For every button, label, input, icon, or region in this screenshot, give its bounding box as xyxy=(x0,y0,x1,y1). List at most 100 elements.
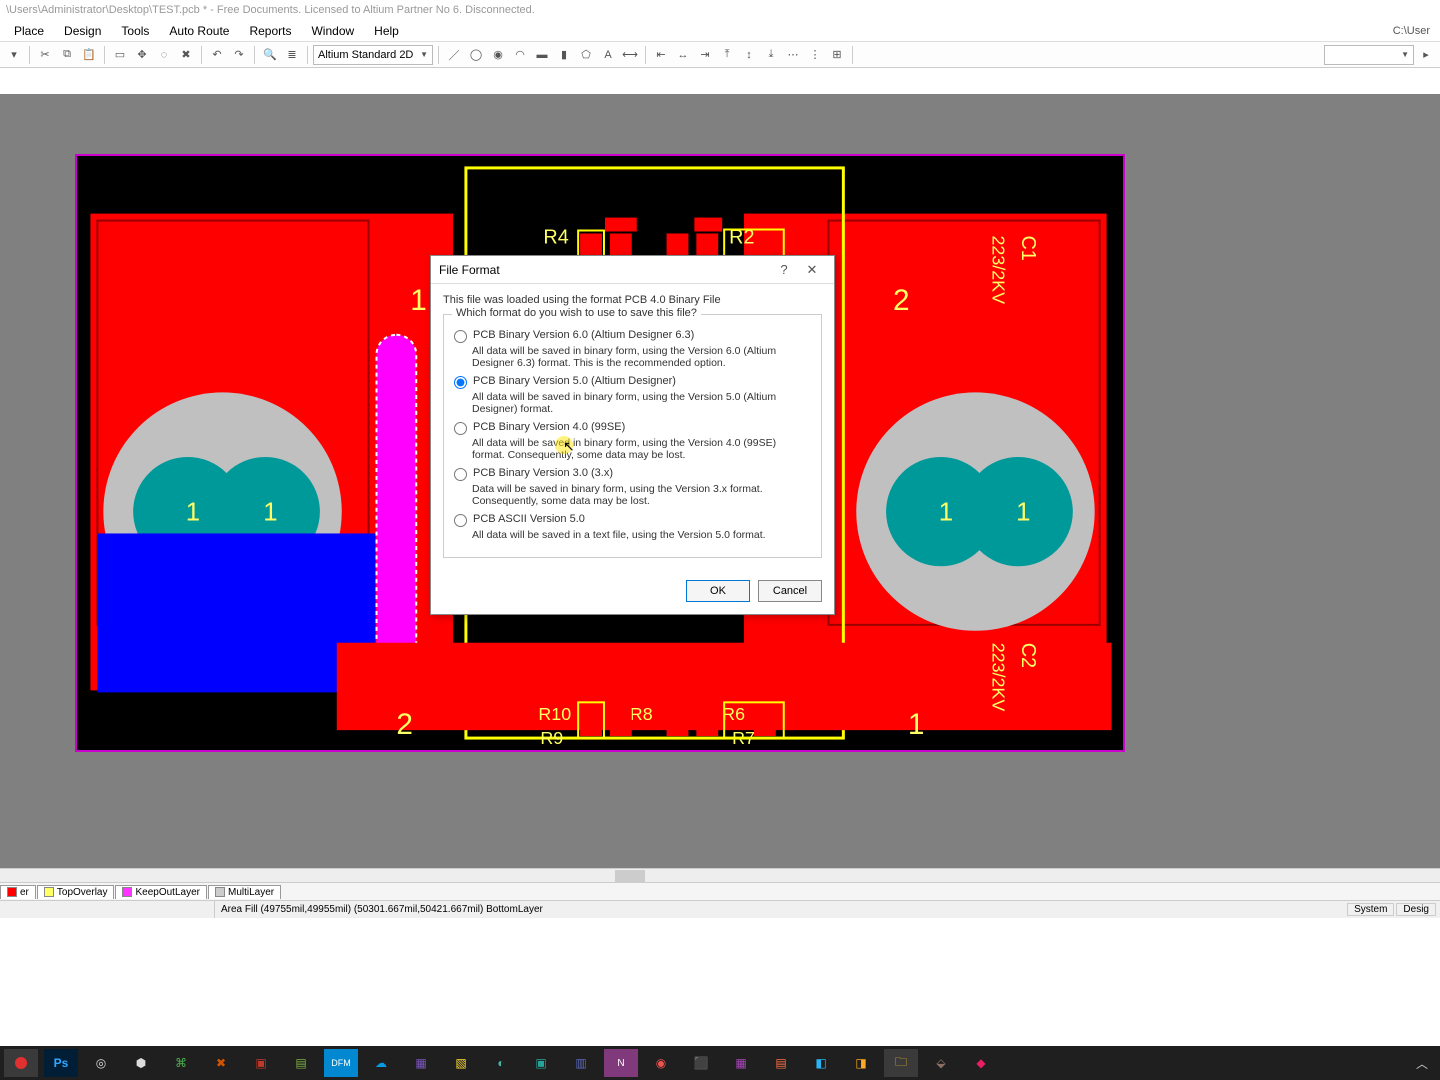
via-icon[interactable]: ◉ xyxy=(488,45,508,65)
align-left-icon[interactable]: ⇤ xyxy=(651,45,671,65)
value: 223/2KV xyxy=(988,235,1008,304)
app-icon[interactable]: ▦ xyxy=(724,1049,758,1077)
format-radio[interactable] xyxy=(454,376,467,389)
pad-num: 1 xyxy=(186,499,200,527)
cancel-button[interactable]: Cancel xyxy=(758,580,822,602)
align-v-icon[interactable]: ↕ xyxy=(739,45,759,65)
horizontal-scrollbar[interactable] xyxy=(0,868,1440,882)
app-icon[interactable]: ◆ xyxy=(964,1049,998,1077)
app-icon[interactable]: ▦ xyxy=(404,1049,438,1077)
format-radio[interactable] xyxy=(454,330,467,343)
dialog-titlebar[interactable]: File Format ? ✕ xyxy=(431,256,834,284)
designator: 1 xyxy=(908,708,925,741)
deselect-icon[interactable]: ◌ xyxy=(154,45,174,65)
menu-place[interactable]: Place xyxy=(4,22,54,40)
copy-icon[interactable]: ⧉ xyxy=(57,45,77,65)
align-right-icon[interactable]: ⇥ xyxy=(695,45,715,65)
app-icon[interactable]: ▤ xyxy=(284,1049,318,1077)
app-icon[interactable]: ⌘ xyxy=(164,1049,198,1077)
fill-icon[interactable]: ▬ xyxy=(532,45,552,65)
app-icon[interactable]: ✖ xyxy=(204,1049,238,1077)
dim-icon[interactable]: ⟷ xyxy=(620,45,640,65)
layer-tab[interactable]: TopOverlay xyxy=(37,885,115,899)
undo-icon[interactable]: ↶ xyxy=(207,45,227,65)
layer-tab[interactable]: er xyxy=(0,885,36,899)
menu-tools[interactable]: Tools xyxy=(111,22,159,40)
grid-icon[interactable]: ⊞ xyxy=(827,45,847,65)
app-icon[interactable]: DFM xyxy=(324,1049,358,1077)
layer-tab[interactable]: MultiLayer xyxy=(208,885,281,899)
designator: 2 xyxy=(396,708,413,741)
app-icon[interactable]: ▣ xyxy=(524,1049,558,1077)
tool-dropdown-1[interactable]: ▾ xyxy=(4,45,24,65)
app-icon[interactable]: ◉ xyxy=(644,1049,678,1077)
align-top-icon[interactable]: ⤒ xyxy=(717,45,737,65)
view-mode-combo[interactable]: Altium Standard 2D ▼ xyxy=(313,45,433,65)
app-icon[interactable]: ⬛ xyxy=(684,1049,718,1077)
pad-num: 1 xyxy=(1016,499,1030,527)
app-icon[interactable]: ☁ xyxy=(364,1049,398,1077)
menu-reports[interactable]: Reports xyxy=(239,22,301,40)
select-icon[interactable]: ▭ xyxy=(110,45,130,65)
menu-help[interactable]: Help xyxy=(364,22,409,40)
help-icon[interactable]: ? xyxy=(770,262,798,277)
explorer-icon[interactable]: 🗀 xyxy=(884,1049,918,1077)
paste-icon[interactable]: 📋 xyxy=(79,45,99,65)
close-icon[interactable]: ✕ xyxy=(798,262,826,278)
align-bottom-icon[interactable]: ⤓ xyxy=(761,45,781,65)
scrollbar-thumb[interactable] xyxy=(615,870,645,882)
app-icon[interactable]: ⬢ xyxy=(124,1049,158,1077)
format-option[interactable]: PCB Binary Version 3.0 (3.x) xyxy=(454,467,811,481)
file-format-dialog: File Format ? ✕ This file was loaded usi… xyxy=(430,255,835,615)
app-icon[interactable]: ◐ xyxy=(484,1049,518,1077)
pad-icon[interactable]: ◯ xyxy=(466,45,486,65)
right-combo[interactable]: ▼ xyxy=(1324,45,1414,65)
photoshop-icon[interactable]: Ps xyxy=(44,1049,78,1077)
menu-window[interactable]: Window xyxy=(301,22,364,40)
format-option[interactable]: PCB Binary Version 4.0 (99SE) xyxy=(454,421,811,435)
format-radio[interactable] xyxy=(454,468,467,481)
status-system[interactable]: System xyxy=(1347,903,1394,916)
app-icon[interactable]: ◎ xyxy=(84,1049,118,1077)
redo-icon[interactable]: ↷ xyxy=(229,45,249,65)
text-icon[interactable]: A xyxy=(598,45,618,65)
line-icon[interactable]: ／ xyxy=(444,45,464,65)
path-label: C:\User xyxy=(1393,25,1436,37)
zoom-icon[interactable]: 🔍 xyxy=(260,45,280,65)
app-icon[interactable]: ◨ xyxy=(844,1049,878,1077)
menu-design[interactable]: Design xyxy=(54,22,111,40)
chevron-down-icon: ▼ xyxy=(420,50,428,59)
ok-button[interactable]: OK xyxy=(686,580,750,602)
app-icon[interactable]: ▣ xyxy=(244,1049,278,1077)
action-icon[interactable]: ▸ xyxy=(1416,45,1436,65)
record-icon[interactable] xyxy=(4,1049,38,1077)
space-h-icon[interactable]: ⋯ xyxy=(783,45,803,65)
clear-icon[interactable]: ✖ xyxy=(176,45,196,65)
layer-tab[interactable]: KeepOutLayer xyxy=(115,885,207,899)
format-radio[interactable] xyxy=(454,422,467,435)
pad-num: 1 xyxy=(263,499,277,527)
format-option[interactable]: PCB Binary Version 6.0 (Altium Designer … xyxy=(454,329,811,343)
cut-icon[interactable]: ✂ xyxy=(35,45,55,65)
layers-icon[interactable]: ≣ xyxy=(282,45,302,65)
format-option[interactable]: PCB ASCII Version 5.0 xyxy=(454,513,811,527)
designator: 2 xyxy=(893,284,910,317)
app-icon[interactable]: ▥ xyxy=(564,1049,598,1077)
region-icon[interactable]: ▮ xyxy=(554,45,574,65)
arc-icon[interactable]: ◠ xyxy=(510,45,530,65)
menu-auto-route[interactable]: Auto Route xyxy=(159,22,239,40)
onenote-icon[interactable]: N xyxy=(604,1049,638,1077)
tray-expand-icon[interactable]: ︿ xyxy=(1408,1055,1436,1072)
status-design[interactable]: Desig xyxy=(1396,903,1436,916)
app-icon[interactable]: ◧ xyxy=(804,1049,838,1077)
format-option[interactable]: PCB Binary Version 5.0 (Altium Designer) xyxy=(454,375,811,389)
app-icon[interactable]: ▤ xyxy=(764,1049,798,1077)
app-icon[interactable]: ▧ xyxy=(444,1049,478,1077)
format-label: PCB Binary Version 4.0 (99SE) xyxy=(473,421,625,433)
space-v-icon[interactable]: ⋮ xyxy=(805,45,825,65)
align-h-icon[interactable]: ↔ xyxy=(673,45,693,65)
format-radio[interactable] xyxy=(454,514,467,527)
move-icon[interactable]: ✥ xyxy=(132,45,152,65)
poly-icon[interactable]: ⬠ xyxy=(576,45,596,65)
app-icon[interactable]: ⬙ xyxy=(924,1049,958,1077)
